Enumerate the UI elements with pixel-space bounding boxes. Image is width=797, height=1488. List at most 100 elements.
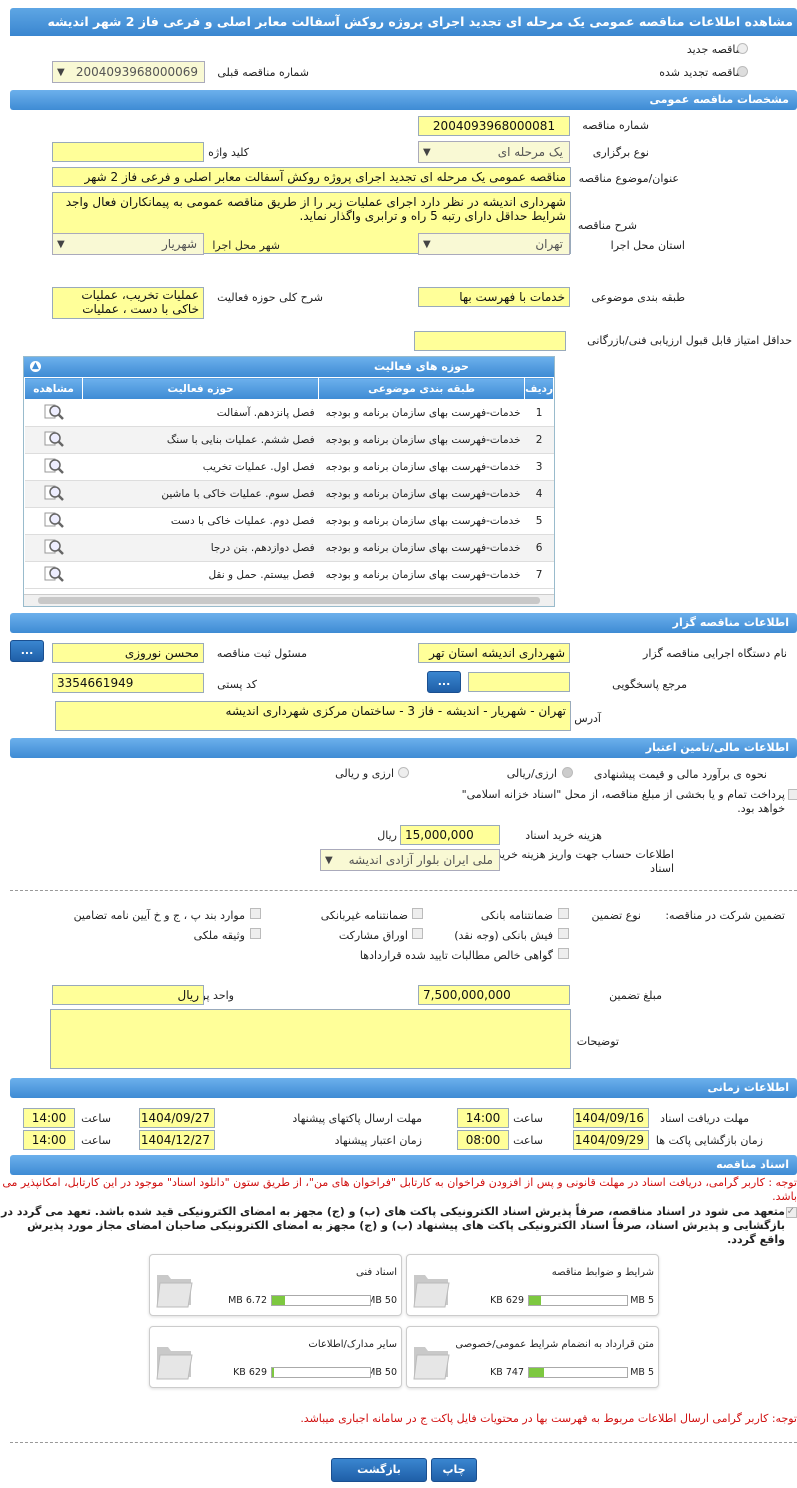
- keyword-field[interactable]: [52, 142, 204, 162]
- bank-guarantee-label: ضمانتنامه بانکی: [480, 909, 553, 922]
- notes-field[interactable]: [50, 1009, 571, 1069]
- doc-fee-field[interactable]: 15,000,000: [400, 825, 500, 845]
- view-magnifier-icon[interactable]: [43, 403, 65, 421]
- account-select[interactable]: ملی ایران بلوار آزادی اندیشه ▼: [320, 849, 500, 871]
- download-note: توجه : کاربر گرامی، دریافت اسناد در مهلت…: [2, 1176, 797, 1203]
- city-select[interactable]: شهریار ▼: [52, 233, 204, 255]
- radio-renewed[interactable]: [737, 66, 748, 77]
- horizontal-scrollbar[interactable]: [24, 594, 554, 606]
- document-card[interactable]: سایر مدارک/اطلاعات 50 MB 629 KB: [149, 1326, 402, 1388]
- radio-currency-and-rial[interactable]: [398, 767, 409, 778]
- collapse-icon[interactable]: ▲: [30, 361, 41, 372]
- bonds-checkbox[interactable]: [412, 928, 423, 939]
- number-label: شماره مناقصه: [582, 119, 649, 132]
- doc-fee-unit: ریال: [377, 829, 397, 842]
- radio-new[interactable]: [737, 43, 748, 54]
- reference-field[interactable]: [468, 672, 570, 692]
- table-row: 5 خدمات-فهرست بهای سازمان برنامه و بودجه ف…: [24, 507, 554, 535]
- folder-icon: [154, 1265, 194, 1312]
- col-view: مشاهده: [23, 377, 84, 400]
- row-category: خدمات-فهرست بهای سازمان برنامه و بودجه: [318, 534, 525, 562]
- reference-label: مرجع پاسخگویی: [612, 678, 687, 691]
- guarantee-amount-field[interactable]: 7,500,000,000: [418, 985, 570, 1005]
- validity-time-field[interactable]: 14:00: [23, 1130, 75, 1150]
- view-magnifier-icon[interactable]: [43, 430, 65, 448]
- document-name: سایر مدارک/اطلاعات: [308, 1339, 397, 1350]
- treasury-checkbox[interactable]: [788, 789, 797, 800]
- receive-date-field[interactable]: 1404/09/16: [573, 1108, 649, 1128]
- estimation-label: نحوه ی برآورد مالی و قیمت پیشنهادی: [593, 768, 767, 781]
- claims-certificate-label: گواهی خالص مطالبات تایید شده قراردادها: [359, 949, 553, 962]
- province-select[interactable]: تهران ▼: [418, 233, 570, 255]
- submit-time-field[interactable]: 14:00: [23, 1108, 75, 1128]
- back-button[interactable]: بازگشت: [331, 1458, 427, 1482]
- min-score-field[interactable]: [414, 331, 566, 351]
- reference-lookup-button[interactable]: ...: [427, 671, 461, 693]
- row-area: فصل پانزدهم. آسفالت: [82, 399, 319, 427]
- submit-date-field[interactable]: 1404/09/27: [139, 1108, 215, 1128]
- validity-date-field[interactable]: 1404/12/27: [139, 1130, 215, 1150]
- bylaw-items-checkbox[interactable]: [250, 908, 261, 919]
- province-label: استان محل اجرا: [610, 239, 685, 252]
- document-max-size: 50 MB: [367, 1367, 397, 1378]
- activity-label: شرح کلی حوزه فعالیت: [217, 291, 323, 304]
- property-collateral-checkbox[interactable]: [250, 928, 261, 939]
- opening-date-field[interactable]: 1404/09/29: [573, 1130, 649, 1150]
- category-field[interactable]: خدمات با فهرست بها: [418, 287, 570, 307]
- bonds-label: اوراق مشارکت: [338, 929, 408, 942]
- view-magnifier-icon[interactable]: [43, 538, 65, 556]
- row-number: 2: [524, 426, 554, 454]
- bank-receipt-checkbox[interactable]: [558, 928, 569, 939]
- claims-certificate-checkbox[interactable]: [558, 948, 569, 959]
- view-magnifier-icon[interactable]: [43, 565, 65, 583]
- time-label: ساعت: [513, 1134, 543, 1147]
- address-label: آدرس: [574, 712, 601, 725]
- keyword-label: کلید واژه: [208, 146, 249, 159]
- org-label: نام دستگاه اجرایی مناقصه گزار: [643, 647, 787, 660]
- document-card[interactable]: اسناد فنی 50 MB 6.72 MB: [149, 1254, 402, 1316]
- lookup-button[interactable]: ...: [10, 640, 44, 662]
- view-magnifier-icon[interactable]: [43, 457, 65, 475]
- account-label: اطلاعات حساب جهت واریز هزینه خرید اسناد: [496, 848, 674, 875]
- activity-list[interactable]: عملیات تخریب، عملیات خاکی با دست ، عملیا…: [52, 287, 204, 319]
- address-field[interactable]: تهران - شهریار - اندیشه - فاز 3 - ساختما…: [55, 701, 571, 731]
- section-general: مشخصات مناقصه عمومی: [10, 90, 797, 110]
- document-card[interactable]: شرایط و ضوابط مناقصه 5 MB 629 KB: [406, 1254, 659, 1316]
- activities-table: ردیف طبقه بندی موضوعی حوزه فعالیت مشاهده…: [23, 377, 554, 589]
- divider: [10, 890, 797, 891]
- radio-currency-rial[interactable]: [562, 767, 573, 778]
- document-card[interactable]: متن قرارداد به انضمام شرایط عمومی/خصوصی 5…: [406, 1326, 659, 1388]
- organizer-type-select[interactable]: یک مرحله ای ▼: [418, 141, 570, 163]
- row-category: خدمات-فهرست بهای سازمان برنامه و بودجه: [318, 480, 525, 508]
- opening-label: زمان بازگشایی پاکت ها: [655, 1134, 763, 1147]
- table-row: 6 خدمات-فهرست بهای سازمان برنامه و بودجه ف…: [24, 534, 554, 562]
- receive-time-field[interactable]: 14:00: [457, 1108, 509, 1128]
- bank-guarantee-checkbox[interactable]: [558, 908, 569, 919]
- subject-field[interactable]: مناقصه عمومی یک مرحله ای تجدید اجرای پرو…: [52, 167, 571, 187]
- receive-deadline-label: مهلت دریافت اسناد: [660, 1112, 749, 1125]
- opening-time-field[interactable]: 08:00: [457, 1130, 509, 1150]
- view-magnifier-icon[interactable]: [43, 484, 65, 502]
- view-magnifier-icon[interactable]: [43, 511, 65, 529]
- nonbank-guarantee-checkbox[interactable]: [412, 908, 423, 919]
- row-number: 3: [524, 453, 554, 481]
- document-size-bar: [528, 1367, 628, 1378]
- responsible-label: مسئول ثبت مناقصه: [216, 647, 307, 660]
- org-field[interactable]: شهرداری اندیشه استان تهر: [418, 643, 570, 663]
- tender-number-field[interactable]: 2004093968000081: [418, 116, 570, 136]
- chevron-down-icon: ▼: [57, 239, 65, 250]
- postal-field[interactable]: 3354661949: [52, 673, 204, 693]
- time-label: ساعت: [513, 1112, 543, 1125]
- row-area: فصل ششم. عملیات بنایی با سنگ: [82, 426, 319, 454]
- commitment-checkbox[interactable]: [786, 1205, 797, 1219]
- currency-unit-field[interactable]: ریال: [52, 985, 204, 1005]
- col-category: طبقه بندی موضوعی: [318, 377, 526, 400]
- min-score-label: حداقل امتیاز قابل قبول ارزیابی فنی/بازرگ…: [587, 334, 792, 347]
- table-row: 7 خدمات-فهرست بهای سازمان برنامه و بودجه ف…: [24, 561, 554, 589]
- folder-icon: [411, 1337, 451, 1384]
- prev-number-select[interactable]: 2004093968000069 ▼: [52, 61, 205, 83]
- table-row: 3 خدمات-فهرست بهای سازمان برنامه و بودجه ف…: [24, 453, 554, 481]
- prev-number-label: شماره مناقصه قبلی: [217, 66, 309, 79]
- responsible-field[interactable]: محسن نوروزی: [52, 643, 204, 663]
- print-button[interactable]: چاپ: [431, 1458, 477, 1482]
